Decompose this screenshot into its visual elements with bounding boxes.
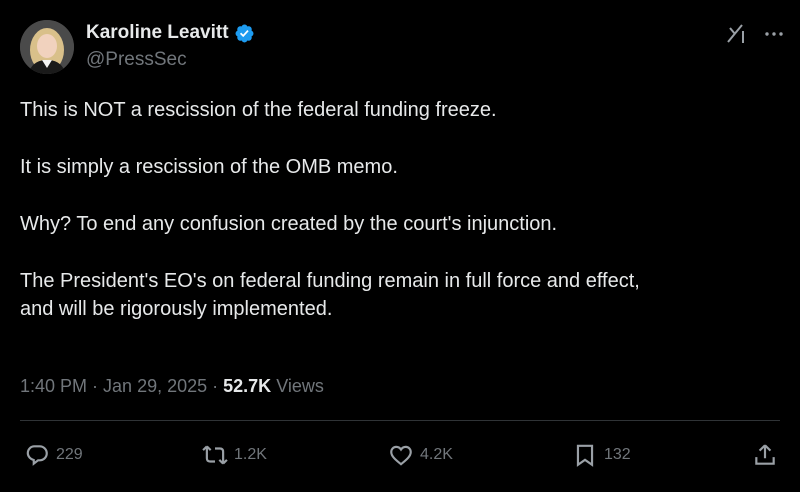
repost-icon <box>202 442 228 468</box>
share-button[interactable] <box>752 440 778 470</box>
tweet-paragraph: This is NOT a rescission of the federal … <box>20 99 497 121</box>
tweet-line: and will be rigorously implemented. <box>20 298 333 320</box>
action-bar: 229 1.2K 4.2K 132 <box>0 440 800 470</box>
tweet-paragraph: Why? To end any confusion created by the… <box>20 213 558 235</box>
bookmark-icon <box>572 442 598 468</box>
author-handle[interactable]: @PressSec <box>86 49 187 71</box>
views-label: Views <box>276 376 324 396</box>
bookmark-button[interactable]: 132 <box>572 440 631 470</box>
tweet-meta: 1:40 PM · Jan 29, 2025 · 52.7K Views <box>20 376 324 397</box>
author-display-name[interactable]: Karoline Leavitt <box>86 22 229 44</box>
views-count[interactable]: 52.7K <box>223 376 271 397</box>
reply-count: 229 <box>56 446 83 463</box>
tweet-date[interactable]: Jan 29, 2025 <box>103 376 207 397</box>
like-button[interactable]: 4.2K <box>388 440 453 470</box>
avatar-image <box>20 20 74 74</box>
tweet-text: This is NOT a rescission of the federal … <box>20 96 780 323</box>
repost-count: 1.2K <box>234 446 267 463</box>
avatar[interactable] <box>20 20 74 74</box>
meta-separator: · <box>212 376 219 396</box>
heart-icon <box>388 442 414 468</box>
grok-icon[interactable] <box>724 22 748 46</box>
tweet-paragraph: It is simply a rescission of the OMB mem… <box>20 156 398 178</box>
tweet-paragraph: The President's EO's on federal funding … <box>20 267 780 323</box>
reply-icon <box>24 442 50 468</box>
meta-separator: · <box>92 376 99 396</box>
more-icon[interactable] <box>762 22 786 46</box>
tweet-time[interactable]: 1:40 PM <box>20 376 87 397</box>
tweet-card: Karoline Leavitt @PressSec This is NOT a… <box>0 0 800 492</box>
bookmark-count: 132 <box>604 446 631 463</box>
tweet-line: The President's EO's on federal funding … <box>20 270 640 292</box>
reply-button[interactable]: 229 <box>24 440 83 470</box>
share-icon <box>752 442 778 468</box>
verified-check-icon <box>234 23 255 44</box>
repost-button[interactable]: 1.2K <box>202 440 267 470</box>
author-name-row: Karoline Leavitt <box>86 20 255 46</box>
divider <box>20 420 780 421</box>
like-count: 4.2K <box>420 446 453 463</box>
